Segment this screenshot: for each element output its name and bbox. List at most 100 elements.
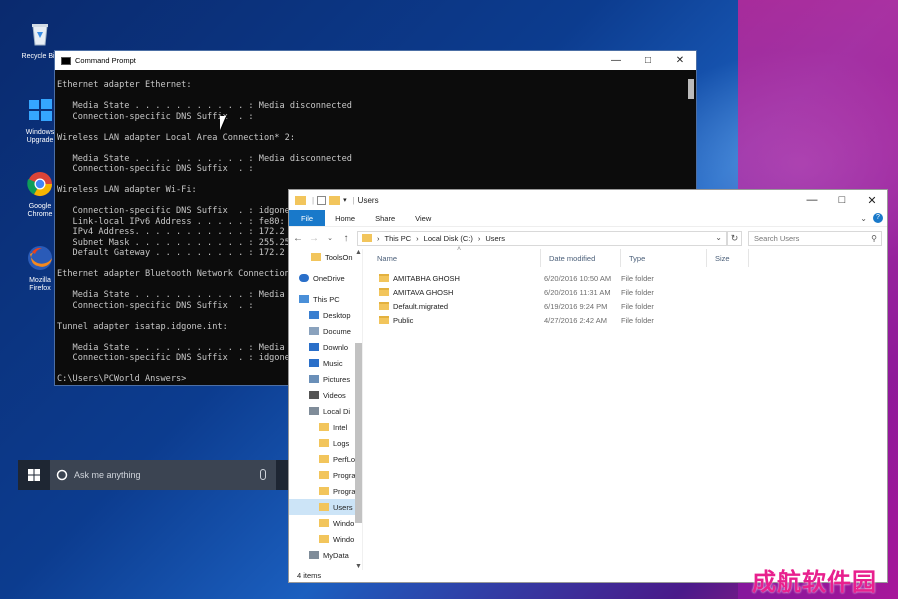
column-date-label: Date modified	[549, 253, 596, 263]
scroll-down-icon[interactable]: ▼	[354, 563, 363, 570]
cortana-search-box[interactable]: Ask me anything	[50, 460, 276, 490]
taskbar: Ask me anything	[18, 460, 290, 490]
tab-file[interactable]: File	[289, 210, 326, 226]
recent-locations-icon[interactable]: ⌄	[325, 234, 335, 242]
nav-item[interactable]: Videos	[289, 387, 362, 403]
mouse-cursor-icon	[220, 116, 226, 130]
folder-icon	[379, 274, 389, 282]
file-type: File folder	[621, 315, 654, 325]
navigation-pane[interactable]: ToolsOn OneDrive This PC Desktop Docume Downl…	[289, 249, 363, 570]
column-type[interactable]: Type	[621, 249, 707, 267]
file-date: 6/20/2016 11:31 AM	[544, 287, 611, 297]
column-size[interactable]: Size	[707, 249, 749, 267]
folder-icon	[362, 234, 372, 242]
file-date: 4/27/2016 2:42 AM	[544, 315, 607, 325]
explorer-titlebar[interactable]: | ▾ | Users — □ ✕	[289, 190, 887, 210]
folder-icon	[319, 535, 329, 543]
nav-item[interactable]: Music	[289, 355, 362, 371]
file-row[interactable]: AMITAVA GHOSH 6/20/2016 11:31 AM File fold…	[369, 285, 887, 299]
start-button[interactable]	[18, 460, 50, 490]
nav-scrollbar[interactable]: ▲ ▼	[354, 249, 363, 570]
address-bar[interactable]: › This PC › Local Disk (C:) › Users ⌄	[357, 230, 727, 246]
file-explorer-window[interactable]: | ▾ | Users — □ ✕ File Home Share View ⌄…	[288, 189, 888, 583]
nav-item[interactable]: Docume	[289, 323, 362, 339]
microphone-icon[interactable]	[260, 469, 266, 480]
nav-item[interactable]: PerfLo	[289, 451, 362, 467]
close-icon[interactable]: ✕	[857, 190, 887, 210]
quick-access-dropdown-icon[interactable]: ▾	[343, 196, 347, 204]
nav-item-label: Downlo	[323, 342, 349, 352]
cmd-line: Media State . . . . . . . . . . . : Medi…	[57, 153, 352, 164]
nav-item[interactable]: Logs	[289, 435, 362, 451]
nav-item[interactable]: Intel	[289, 419, 362, 435]
new-folder-icon[interactable]	[329, 195, 341, 205]
tab-view[interactable]: View	[405, 210, 441, 226]
folder-icon	[319, 487, 329, 495]
maximize-icon[interactable]: □	[827, 190, 857, 210]
nav-item[interactable]: Local Di	[289, 403, 362, 419]
sort-ascending-icon: ˄	[457, 246, 462, 253]
firefox-icon	[28, 246, 52, 270]
file-row[interactable]: AMITABHA GHOSH 6/20/2016 10:50 AM File fol…	[369, 271, 887, 285]
cmd-titlebar[interactable]: Command Prompt — □ ✕	[55, 51, 696, 70]
folder-icon	[319, 519, 329, 527]
nav-item[interactable]: Desktop	[289, 307, 362, 323]
breadcrumb-this-pc[interactable]: This PC	[385, 234, 412, 243]
nav-item-label: OneDrive	[313, 273, 345, 283]
nav-item[interactable]: Progra	[289, 467, 362, 483]
explorer-title: Users	[357, 195, 379, 205]
watermark-text: 成航软件园	[752, 568, 877, 596]
forward-arrow-icon[interactable]: →	[309, 233, 319, 244]
cmd-scrollbar[interactable]	[688, 79, 694, 99]
nav-item[interactable]: Downlo	[289, 339, 362, 355]
file-type: File folder	[621, 301, 654, 311]
nav-item[interactable]: Progra	[289, 483, 362, 499]
address-dropdown-icon[interactable]: ⌄	[715, 233, 722, 242]
drive-icon	[309, 407, 319, 415]
refresh-icon[interactable]: ↻	[727, 230, 742, 246]
minimize-icon[interactable]: —	[797, 190, 827, 210]
nav-item[interactable]: Users	[289, 499, 362, 515]
tab-share[interactable]: Share	[365, 210, 405, 226]
explorer-content: ToolsOn OneDrive This PC Desktop Docume Downl…	[289, 246, 887, 570]
folder-icon	[319, 503, 329, 511]
search-input[interactable]: Search Users ⚲	[748, 230, 882, 246]
tab-home[interactable]: Home	[325, 210, 365, 226]
folder-icon	[319, 439, 329, 447]
nav-item[interactable]: MyData	[289, 547, 362, 563]
nav-item[interactable]: Pictures	[289, 371, 362, 387]
file-name: AMITABHA GHOSH	[393, 273, 460, 283]
column-date[interactable]: Date modified	[541, 249, 621, 267]
nav-item-label: ToolsOn	[325, 252, 353, 262]
expand-ribbon-icon[interactable]: ⌄	[860, 214, 867, 223]
column-name[interactable]: Name ˄	[369, 246, 541, 267]
cmd-line: Connection-specific DNS Suffix . :	[57, 111, 254, 122]
close-icon[interactable]: ✕	[664, 51, 696, 70]
column-type-label: Type	[629, 253, 646, 263]
folder-icon	[319, 423, 329, 431]
help-icon[interactable]: ?	[873, 213, 883, 223]
nav-item[interactable]: Windo	[289, 515, 362, 531]
nav-item[interactable]: Windo	[289, 531, 362, 547]
nav-item[interactable]: OneDrive	[289, 270, 362, 286]
desktop-icon	[309, 311, 319, 319]
minimize-icon[interactable]: —	[600, 51, 632, 70]
back-arrow-icon[interactable]: ←	[293, 233, 303, 244]
nav-item[interactable]: ToolsOn	[289, 249, 362, 265]
nav-item[interactable]: This PC	[289, 291, 362, 307]
breadcrumb-users[interactable]: Users	[485, 234, 505, 243]
maximize-icon[interactable]: □	[632, 51, 664, 70]
up-arrow-icon[interactable]: ↑	[341, 233, 351, 244]
properties-icon[interactable]	[317, 195, 327, 205]
recycle-bin-icon	[32, 24, 48, 46]
scroll-up-icon[interactable]: ▲	[354, 249, 363, 256]
search-placeholder: Ask me anything	[74, 470, 141, 480]
ribbon-tabs: File Home Share View ⌄ ?	[289, 210, 887, 227]
computer-icon	[299, 295, 309, 303]
file-row[interactable]: Default.migrated 6/19/2016 9:24 PM File fo…	[369, 299, 887, 313]
file-name: Default.migrated	[393, 301, 449, 311]
nav-scroll-thumb[interactable]	[355, 343, 362, 523]
breadcrumb-local-disk[interactable]: Local Disk (C:)	[424, 234, 473, 243]
file-list-pane[interactable]: Name ˄ Date modified Type Size AMITABHA …	[369, 246, 887, 570]
file-row[interactable]: Public 4/27/2016 2:42 AM File folder	[369, 313, 887, 327]
